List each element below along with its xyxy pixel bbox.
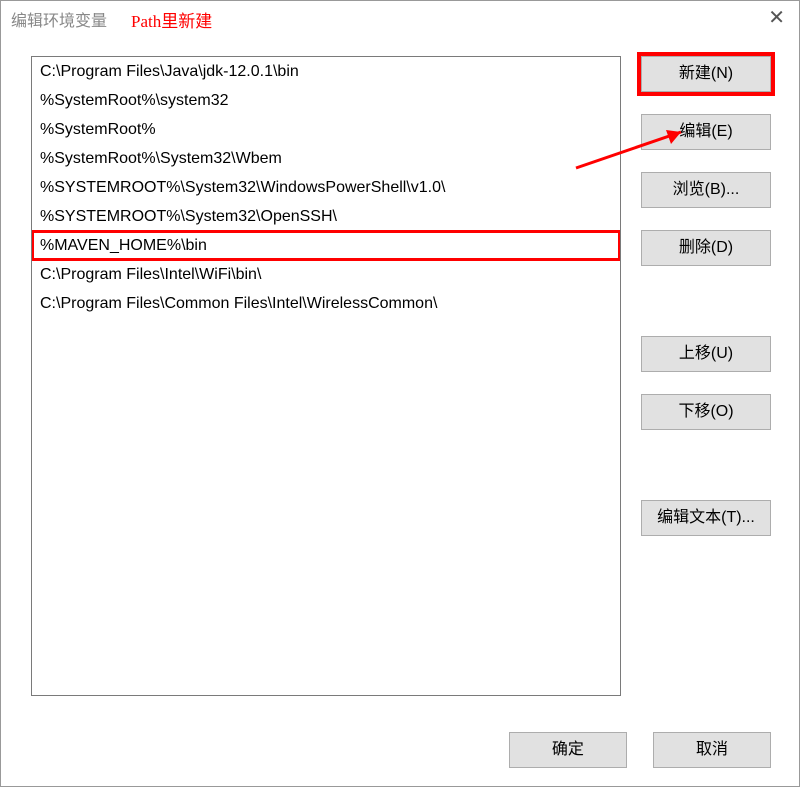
list-item[interactable]: %MAVEN_HOME%\bin [32,231,620,260]
move-up-button[interactable]: 上移(U) [641,336,771,372]
dialog-window: 编辑环境变量 ✕ Path里新建 C:\Program Files\Java\j… [0,0,800,787]
path-listbox[interactable]: C:\Program Files\Java\jdk-12.0.1\bin%Sys… [31,56,621,696]
annotation-text: Path里新建 [131,7,212,32]
list-item[interactable]: %SystemRoot%\System32\Wbem [32,144,620,173]
list-item[interactable]: %SYSTEMROOT%\System32\WindowsPowerShell\… [32,173,620,202]
cancel-button[interactable]: 取消 [653,732,771,768]
dialog-footer: 确定 取消 [487,732,771,768]
list-item[interactable]: C:\Program Files\Java\jdk-12.0.1\bin [32,57,620,86]
list-item[interactable]: C:\Program Files\Intel\WiFi\bin\ [32,260,620,289]
new-button[interactable]: 新建(N) [641,56,771,92]
list-item[interactable]: %SystemRoot% [32,115,620,144]
edit-button[interactable]: 编辑(E) [641,114,771,150]
ok-button[interactable]: 确定 [509,732,627,768]
dialog-content: C:\Program Files\Java\jdk-12.0.1\bin%Sys… [31,56,771,716]
window-title: 编辑环境变量 [11,7,107,31]
browse-button[interactable]: 浏览(B)... [641,172,771,208]
list-item[interactable]: %SYSTEMROOT%\System32\OpenSSH\ [32,202,620,231]
edit-text-button[interactable]: 编辑文本(T)... [641,500,771,536]
list-item[interactable]: %SystemRoot%\system32 [32,86,620,115]
buttons-column: 新建(N) 编辑(E) 浏览(B)... 删除(D) 上移(U) 下移(O) 编… [641,56,771,558]
move-down-button[interactable]: 下移(O) [641,394,771,430]
delete-button[interactable]: 删除(D) [641,230,771,266]
list-item[interactable]: C:\Program Files\Common Files\Intel\Wire… [32,289,620,318]
title-bar: 编辑环境变量 [1,1,799,37]
close-icon[interactable]: ✕ [768,5,785,30]
